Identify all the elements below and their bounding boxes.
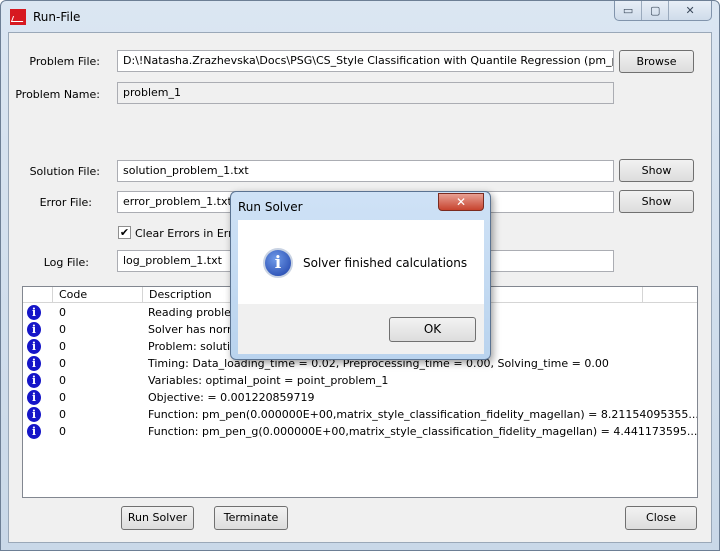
maximize-button[interactable]: ▢ — [642, 1, 670, 20]
info-icon: i — [27, 390, 41, 405]
table-row[interactable]: i 0 Function: pm_pen(0.000000E+00,matrix_s… — [23, 406, 697, 423]
dialog-body: i Solver finished calculations — [238, 220, 484, 304]
row-description: Variables: optimal_point = point_problem… — [148, 374, 389, 387]
table-row[interactable]: i 0 Function: pm_pen_g(0.000000E+00,matrix… — [23, 423, 697, 440]
solution-file-label: Solution File: — [29, 165, 100, 178]
solution-file-input[interactable]: solution_problem_1.txt — [117, 160, 614, 182]
header-icon-col[interactable] — [23, 287, 53, 303]
row-code: 0 — [59, 306, 66, 319]
problem-name-input[interactable]: problem_1 — [117, 82, 614, 104]
close-window-button[interactable]: ✕ — [669, 1, 711, 20]
info-icon: i — [27, 424, 41, 439]
problem-file-input[interactable]: D:\!Natasha.Zrazhevska\Docs\PSG\CS_Style… — [117, 50, 614, 72]
clear-errors-checkbox[interactable]: ✔ — [118, 226, 131, 239]
row-description: Function: pm_pen_g(0.000000E+00,matrix_s… — [148, 425, 698, 438]
info-icon: i — [27, 356, 41, 371]
header-code[interactable]: Code — [53, 287, 143, 303]
browse-button[interactable]: Browse — [619, 50, 694, 73]
dialog-message: Solver finished calculations — [303, 256, 468, 270]
row-description: Function: pm_pen(0.000000E+00,matrix_sty… — [148, 408, 698, 421]
minimize-button[interactable]: ▭ — [615, 1, 643, 20]
window-controls: ▭ ▢ ✕ — [614, 1, 712, 21]
run-solver-button[interactable]: Run Solver — [121, 506, 194, 530]
row-code: 0 — [59, 425, 66, 438]
row-code: 0 — [59, 323, 66, 336]
row-code: 0 — [59, 408, 66, 421]
window-title: Run-File — [33, 10, 81, 24]
problem-file-label: Problem File: — [29, 55, 100, 68]
error-file-label: Error File: — [39, 196, 92, 209]
row-code: 0 — [59, 357, 66, 370]
row-code: 0 — [59, 340, 66, 353]
show-solution-button[interactable]: Show — [619, 159, 694, 182]
log-file-label: Log File: — [43, 256, 89, 269]
info-icon: i — [27, 407, 41, 422]
info-icon: i — [27, 305, 41, 320]
dialog-footer: OK — [238, 304, 484, 354]
row-description: Reading problem — [148, 306, 242, 319]
info-icon: i — [27, 339, 41, 354]
clear-errors-label: Clear Errors in Error — [135, 227, 244, 240]
app-icon — [10, 9, 26, 25]
table-row[interactable]: i 0 Objective: = 0.001220859719 — [23, 389, 697, 406]
close-button[interactable]: Close — [625, 506, 697, 530]
row-code: 0 — [59, 374, 66, 387]
table-row[interactable]: i 0 Variables: optimal_point = point_probl… — [23, 372, 697, 389]
header-extra[interactable] — [643, 287, 697, 303]
dialog-close-button[interactable]: ✕ — [438, 193, 484, 211]
row-description: Objective: = 0.001220859719 — [148, 391, 315, 404]
info-icon: i — [27, 373, 41, 388]
row-code: 0 — [59, 391, 66, 404]
run-solver-dialog: Run Solver ✕ i Solver finished calculati… — [230, 191, 491, 360]
problem-name-label: Problem Name: — [15, 88, 100, 101]
info-icon: i — [27, 322, 41, 337]
dialog-title: Run Solver — [238, 200, 303, 214]
info-icon: i — [263, 248, 293, 278]
show-error-button[interactable]: Show — [619, 190, 694, 213]
ok-button[interactable]: OK — [389, 317, 476, 342]
terminate-button[interactable]: Terminate — [214, 506, 288, 530]
